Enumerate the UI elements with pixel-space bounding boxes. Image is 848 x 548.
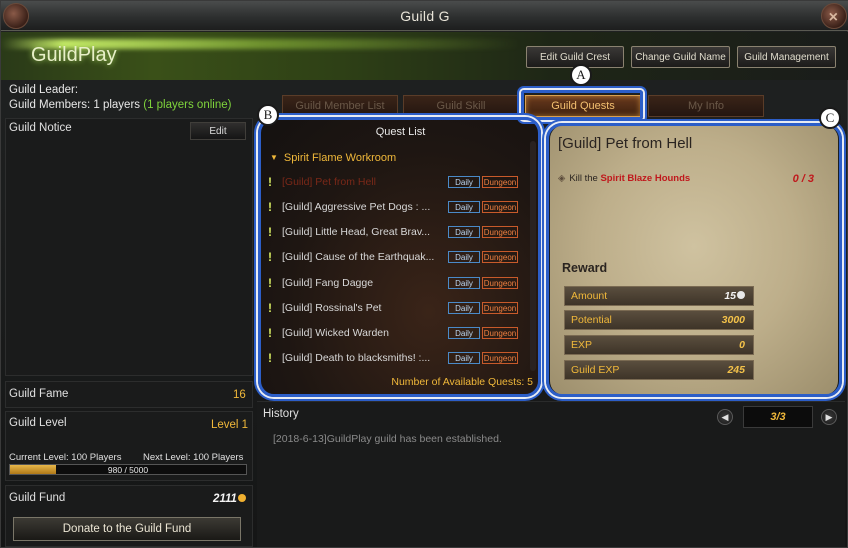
callout-ring-a — [521, 90, 643, 120]
guild-management-button[interactable]: Guild Management — [737, 46, 836, 68]
history-next-button[interactable]: ▶ — [821, 409, 837, 425]
guild-name: GuildPlay — [31, 44, 117, 66]
close-button[interactable]: × — [821, 3, 847, 29]
tab-guild-member-list[interactable]: Guild Member List — [282, 95, 398, 117]
history-label: History — [263, 408, 299, 420]
callout-marker-b: B — [257, 104, 279, 126]
callout-ring-c — [546, 123, 842, 397]
chevron-left-icon: ◀ — [721, 411, 729, 422]
history-prev-button[interactable]: ◀ — [717, 409, 733, 425]
callout-ring-b — [258, 117, 541, 397]
donate-guild-fund-button[interactable]: Donate to the Guild Fund — [13, 517, 241, 541]
callout-marker-a: A — [570, 64, 592, 86]
guild-fund-label: Guild Fund — [9, 492, 66, 504]
current-level-text: Current Level: 100 Players — [9, 452, 122, 463]
guild-leader-label: Guild Leader: — [9, 84, 79, 96]
title-bar: Guild G × — [1, 1, 848, 31]
guild-notice-panel — [5, 118, 253, 376]
guild-fund-value: 2111 — [213, 493, 237, 505]
guild-fame-value: 16 — [233, 389, 246, 401]
next-level-text: Next Level: 100 Players — [143, 452, 244, 463]
edit-notice-button[interactable]: Edit — [190, 122, 246, 140]
guild-xp-bar: 980 / 5000 — [9, 464, 247, 475]
guild-level-value: Level 1 — [211, 419, 249, 431]
tab-my-info[interactable]: My Info — [648, 95, 764, 117]
member-count: Guild Members: 1 players — [9, 99, 141, 111]
guild-members-info: Guild Members: 1 players (1 players onli… — [9, 99, 231, 111]
guild-notice-label: Guild Notice — [9, 122, 72, 134]
guild-fame-label: Guild Fame — [9, 388, 69, 400]
close-icon: × — [828, 9, 838, 26]
guild-window: Guild G × GuildPlay Edit Guild Crest Cha… — [0, 0, 848, 548]
callout-marker-c: C — [819, 107, 841, 129]
chevron-right-icon: ▶ — [825, 411, 833, 422]
guild-fund-value-wrap: 2111 — [213, 493, 246, 505]
window-title: Guild G — [400, 8, 450, 24]
tab-guild-skill[interactable]: Guild Skill — [403, 95, 519, 117]
change-guild-name-button[interactable]: Change Guild Name — [631, 46, 730, 68]
history-page-indicator: 3/3 — [743, 406, 813, 428]
history-entry: [2018-6-13]GuildPlay guild has been esta… — [273, 433, 502, 445]
guild-level-label: Guild Level — [9, 417, 67, 429]
online-count: (1 players online) — [143, 99, 232, 111]
gold-coin-icon — [237, 494, 246, 502]
guild-xp-text: 980 / 5000 — [107, 465, 149, 475]
